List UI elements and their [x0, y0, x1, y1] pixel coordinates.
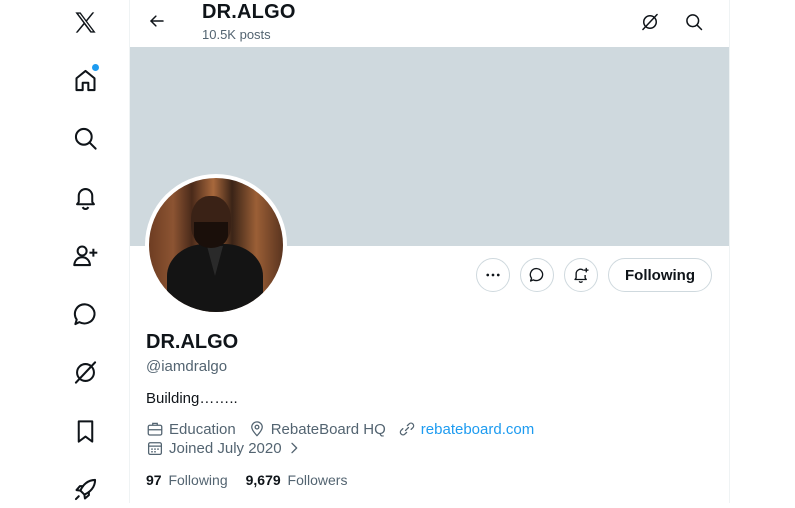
header-posts-count: 10.5K posts: [202, 27, 271, 42]
search-icon[interactable]: [682, 10, 706, 34]
location-item: RebateBoard HQ: [248, 420, 386, 438]
left-navigation: [52, 0, 118, 503]
more-options-button[interactable]: [476, 258, 510, 292]
follow-people-icon[interactable]: [66, 236, 104, 274]
joined-label: Joined July 2020: [169, 439, 282, 457]
search-icon[interactable]: [66, 119, 104, 157]
calendar-icon: [147, 442, 163, 456]
premium-slash-icon[interactable]: [66, 353, 104, 391]
website-link[interactable]: rebateboard.com: [421, 421, 534, 438]
profile-bio: Building……..: [146, 390, 238, 407]
following-label: Following: [168, 472, 228, 488]
more-horizontal-icon: [486, 273, 500, 277]
briefcase-icon: [147, 422, 163, 436]
profile-display-name: DR.ALGO: [146, 331, 239, 353]
profile-meta-row: Education RebateBoard HQ rebateboard.com: [146, 420, 546, 438]
bookmark-icon[interactable]: [66, 412, 104, 450]
notify-button[interactable]: [564, 258, 598, 292]
follow-stats: 97 Following 9,679 Followers: [146, 472, 365, 488]
avatar[interactable]: [145, 174, 287, 316]
location-label: RebateBoard HQ: [270, 420, 386, 438]
x-logo-icon[interactable]: [66, 3, 104, 41]
profile-joined-row: Joined July 2020: [146, 439, 314, 457]
message-button[interactable]: [520, 258, 554, 292]
notification-dot: [92, 64, 99, 71]
premium-slash-icon[interactable]: [638, 10, 662, 34]
chat-bubble-icon[interactable]: [66, 295, 104, 333]
rocket-icon[interactable]: [66, 470, 104, 508]
message-bubble-icon: [529, 267, 544, 282]
website-item: rebateboard.com: [398, 420, 534, 438]
chevron-right-icon: [290, 442, 297, 454]
followers-stat[interactable]: 9,679 Followers: [246, 472, 348, 488]
location-pin-icon: [250, 421, 263, 437]
avatar-photo: [149, 178, 283, 312]
profile-handle: @iamdralgo: [146, 358, 228, 375]
followers-label: Followers: [287, 472, 348, 488]
home-icon[interactable]: [66, 61, 104, 99]
link-icon: [399, 422, 415, 436]
notifications-bell-icon[interactable]: [66, 178, 104, 216]
bell-plus-icon: [574, 267, 589, 283]
following-count: 97: [146, 472, 162, 488]
category-label: Education: [169, 420, 236, 438]
followers-count: 9,679: [245, 472, 281, 488]
header-title: DR.ALGO: [202, 1, 296, 23]
following-button[interactable]: Following: [608, 258, 712, 292]
profile-column: DR.ALGO 10.5K posts Following DR.ALGO @i…: [129, 0, 730, 503]
following-stat[interactable]: 97 Following: [146, 472, 228, 488]
category-item: Education: [146, 420, 236, 438]
back-arrow-icon[interactable]: [142, 9, 172, 33]
profile-header-bar: DR.ALGO 10.5K posts: [130, 0, 729, 47]
joined-item[interactable]: Joined July 2020: [146, 439, 302, 457]
